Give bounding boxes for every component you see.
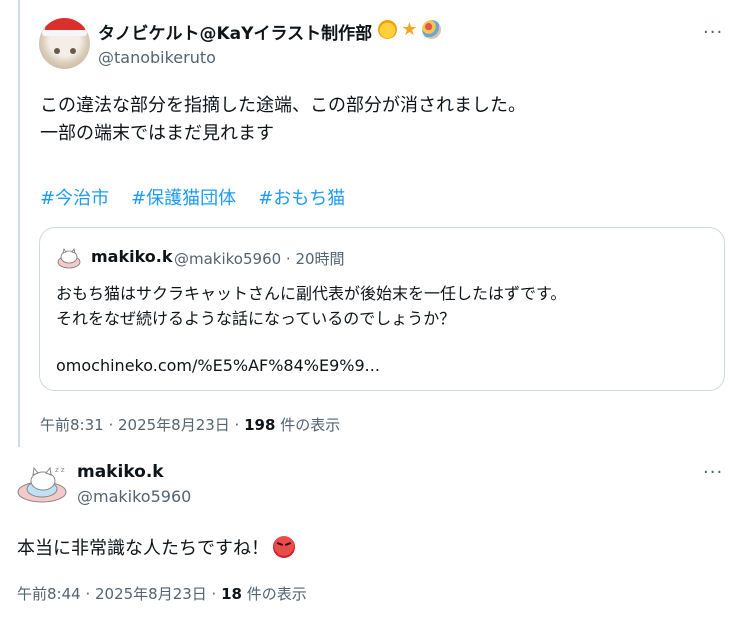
hashtag-link[interactable]: #おもち猫 (258, 184, 345, 210)
quoted-display-name[interactable]: makiko.k (91, 247, 173, 266)
user-handle[interactable]: @makiko5960 (77, 487, 191, 506)
angry-face-icon (273, 536, 295, 558)
timestamp[interactable]: 午前8:31 · 2025年8月23日 · (40, 416, 244, 434)
display-name[interactable]: タノビケルト@KaYイラスト制作部 (98, 19, 372, 44)
avatar[interactable]: z z (15, 462, 69, 504)
tweet-text: この違法な部分を指摘した途端、この部分が消されました。 一部の端末ではまだ見れま… (40, 95, 526, 144)
quoted-tweet-card[interactable]: makiko.k @makiko5960 · 20時間 おもち猫はサクラキャット… (39, 227, 725, 391)
quoted-tweet-text: おもち猫はサクラキャットさんに副代表が後始末を一任したはずです。 それをなぜ続け… (56, 284, 567, 328)
quoted-handle-time: @makiko5960 · 20時間 (174, 250, 345, 268)
timestamp[interactable]: 午前8:44 · 2025年8月23日 · (17, 585, 221, 603)
views-count: 18 (221, 585, 242, 603)
tweet-meta: 午前8:44 · 2025年8月23日 · 18 件の表示 (17, 583, 307, 604)
avatar (57, 248, 81, 269)
hashtag-link[interactable]: #今治市 (40, 184, 109, 210)
tweet-meta: 午前8:31 · 2025年8月23日 · 198 件の表示 (40, 414, 340, 435)
views-label: 件の表示 (275, 416, 341, 434)
quoted-link[interactable]: omochineko.com/%E5%AF%84%E9%9... (56, 356, 380, 375)
hashtag-list: #今治市 #保護猫団体 #おもち猫 (40, 184, 345, 210)
star-badge-icon: ★ (401, 19, 418, 40)
user-handle[interactable]: @tanobikeruto (98, 48, 216, 67)
svg-text:z z: z z (55, 466, 65, 474)
profile-badges: ★ (378, 20, 441, 39)
hashtag-link[interactable]: #保護猫団体 (131, 184, 236, 210)
thread-connector-line (18, 0, 20, 447)
views-label: 件の表示 (241, 585, 307, 603)
palette-badge-icon (422, 20, 441, 39)
tweet-text: 本当に非常識な人たちですね！ (17, 534, 295, 560)
more-options-icon[interactable]: ··· (703, 462, 723, 483)
avatar[interactable] (39, 18, 90, 69)
smiley-badge-icon (378, 20, 397, 39)
more-options-icon[interactable]: ··· (703, 22, 723, 43)
views-count: 198 (244, 416, 276, 434)
display-name[interactable]: makiko.k (77, 462, 164, 482)
